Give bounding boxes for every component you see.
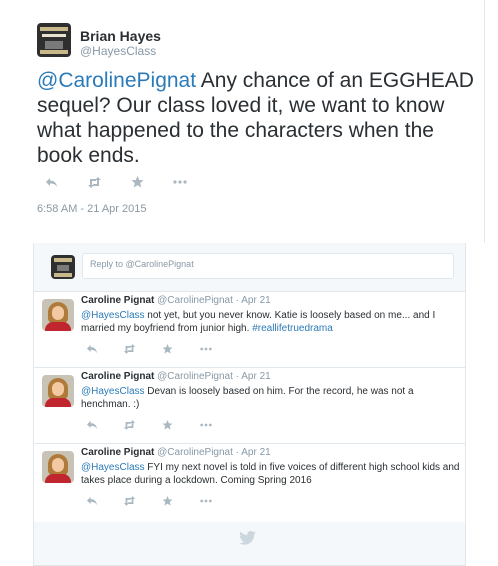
main-tweet: Brian Hayes @HayesClass @CarolinePignat … (0, 0, 485, 243)
favorite-icon[interactable] (123, 176, 151, 188)
reply-thread: Reply to @CarolinePignat Caroline Pignat… (33, 243, 466, 566)
replier-avatar[interactable] (42, 375, 74, 407)
reply-tweet: Caroline Pignat @CarolinePignat · Apr 21… (34, 291, 465, 368)
reply-author-name[interactable]: Caroline Pignat (81, 295, 154, 306)
favorite-icon[interactable] (160, 344, 175, 354)
retweet-icon[interactable] (122, 496, 137, 506)
more-icon[interactable] (166, 180, 194, 184)
reply-header: Caroline Pignat @CarolinePignat · Apr 21 (81, 447, 271, 458)
reply-tweet: Caroline Pignat @CarolinePignat · Apr 21… (34, 443, 465, 522)
reply-icon[interactable] (37, 177, 65, 188)
reply-header: Caroline Pignat @CarolinePignat · Apr 21 (81, 295, 271, 306)
mention-link[interactable]: @HayesClass (81, 462, 145, 473)
author-avatar[interactable] (37, 23, 71, 57)
reply-date[interactable]: · Apr 21 (236, 295, 271, 306)
reply-box: Reply to @CarolinePignat (34, 243, 465, 291)
reply-tweet: Caroline Pignat @CarolinePignat · Apr 21… (34, 367, 465, 444)
mention-link[interactable]: @HayesClass (81, 386, 145, 397)
replier-avatar[interactable] (42, 451, 74, 483)
hashtag-link[interactable]: #reallifetruedrama (252, 323, 333, 334)
reply-text: @HayesClass FYI my next novel is told in… (81, 461, 461, 487)
favorite-icon[interactable] (160, 420, 175, 430)
user-avatar (51, 255, 75, 279)
reply-author-handle[interactable]: @CarolinePignat (157, 371, 233, 382)
reply-input[interactable]: Reply to @CarolinePignat (82, 253, 454, 279)
reply-date[interactable]: · Apr 21 (236, 447, 271, 458)
reply-icon[interactable] (84, 496, 99, 506)
more-icon[interactable] (198, 499, 213, 503)
reply-actions (84, 496, 236, 506)
mention-link[interactable]: @CarolinePignat (37, 69, 196, 92)
reply-icon[interactable] (84, 420, 99, 430)
reply-icon[interactable] (84, 344, 99, 354)
replier-avatar[interactable] (42, 299, 74, 331)
tweet-text: @CarolinePignat Any chance of an EGGHEAD… (37, 68, 477, 168)
reply-author-name[interactable]: Caroline Pignat (81, 447, 154, 458)
reply-text: @HayesClass not yet, but you never know.… (81, 309, 461, 335)
favorite-icon[interactable] (160, 496, 175, 506)
more-icon[interactable] (198, 347, 213, 351)
reply-actions (84, 420, 236, 430)
twitter-bird-icon[interactable] (239, 530, 256, 550)
retweet-icon[interactable] (122, 344, 137, 354)
more-icon[interactable] (198, 423, 213, 427)
tweet-timestamp[interactable]: 6:58 AM - 21 Apr 2015 (37, 203, 146, 215)
reply-actions (84, 344, 236, 354)
mention-link[interactable]: @HayesClass (81, 310, 145, 321)
author-handle[interactable]: @HayesClass (80, 44, 156, 58)
reply-header: Caroline Pignat @CarolinePignat · Apr 21 (81, 371, 271, 382)
reply-author-name[interactable]: Caroline Pignat (81, 371, 154, 382)
reply-author-handle[interactable]: @CarolinePignat (157, 447, 233, 458)
reply-author-handle[interactable]: @CarolinePignat (157, 295, 233, 306)
retweet-icon[interactable] (80, 176, 108, 188)
reply-date[interactable]: · Apr 21 (236, 371, 271, 382)
author-name[interactable]: Brian Hayes (80, 28, 161, 44)
reply-text: @HayesClass Devan is loosely based on hi… (81, 385, 461, 411)
tweet-actions (37, 176, 209, 188)
retweet-icon[interactable] (122, 420, 137, 430)
